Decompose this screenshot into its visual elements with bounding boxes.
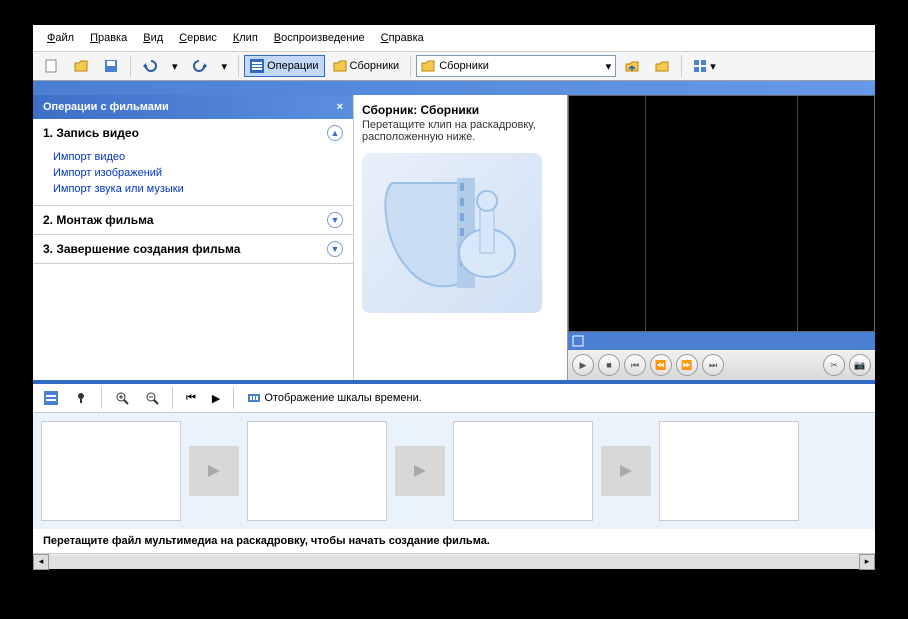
preview-panel: ▶ ■ ⏮ ⏪ ⏩ ⏭ ✂ 📷: [567, 95, 875, 380]
chevron-down-icon: ▾: [606, 60, 612, 73]
menu-edit[interactable]: Правка: [82, 29, 135, 47]
redo-button[interactable]: [186, 54, 214, 78]
menu-clip[interactable]: Клип: [225, 29, 266, 47]
task3-label: 3. Завершение создания фильма: [43, 242, 240, 256]
timeline-section: ⏮ ▶ Отображение шкалы времени. Перетащит…: [33, 380, 875, 569]
task-group-1-title[interactable]: 1. Запись видео ▲: [33, 119, 353, 147]
transition-slot[interactable]: [395, 446, 445, 496]
timeline-toggle-label: Отображение шкалы времени.: [264, 392, 421, 404]
menu-file[interactable]: Файл: [39, 29, 82, 47]
zoom-in-button[interactable]: [109, 387, 135, 409]
folder-icon: [421, 59, 435, 73]
timeline-toggle-button[interactable]: Отображение шкалы времени.: [241, 387, 427, 409]
scroll-right-button[interactable]: ▸: [859, 554, 875, 570]
undo-dropdown[interactable]: ▾: [166, 56, 184, 77]
save-button[interactable]: [97, 54, 125, 78]
location-value: Сборники: [439, 60, 489, 72]
separator: [101, 387, 102, 409]
separator: [172, 387, 173, 409]
scroll-left-button[interactable]: ◂: [33, 554, 49, 570]
scroll-track[interactable]: [49, 555, 859, 569]
tasks-header: Операции с фильмами ×: [33, 95, 353, 119]
play-button[interactable]: ▶: [572, 354, 594, 376]
timeline-view-button[interactable]: [38, 387, 64, 409]
prev-button[interactable]: ⏮: [624, 354, 646, 376]
film-reel-icon: [362, 153, 542, 313]
storyboard-frame[interactable]: [41, 421, 181, 521]
separator: [681, 55, 682, 77]
open-button[interactable]: [67, 54, 95, 78]
player-controls: ▶ ■ ⏮ ⏪ ⏩ ⏭ ✂ 📷: [568, 350, 875, 380]
play-timeline-button[interactable]: ▶: [206, 388, 226, 409]
task-group-2-title[interactable]: 2. Монтаж фильма ▼: [33, 206, 353, 234]
menubar: Файл Правка Вид Сервис Клип Воспроизведе…: [33, 25, 875, 52]
menu-play[interactable]: Воспроизведение: [266, 29, 373, 47]
task1-label: 1. Запись видео: [43, 126, 139, 140]
tasks-header-label: Операции с фильмами: [43, 101, 169, 113]
timeline-toolbar: ⏮ ▶ Отображение шкалы времени.: [33, 384, 875, 413]
transition-slot[interactable]: [189, 446, 239, 496]
stop-button[interactable]: ■: [598, 354, 620, 376]
accent-strip: [33, 81, 875, 95]
tasks-panel: Операции с фильмами × 1. Запись видео ▲ …: [33, 95, 353, 380]
separator: [238, 55, 239, 77]
collection-panel: Сборник: Сборники Перетащите клип на рас…: [353, 95, 567, 380]
task2-label: 2. Монтаж фильма: [43, 213, 154, 227]
transition-slot[interactable]: [601, 446, 651, 496]
collections-toggle[interactable]: Сборники: [327, 55, 406, 77]
zoom-out-button[interactable]: [139, 387, 165, 409]
fullscreen-icon[interactable]: [572, 335, 584, 347]
task-group-3-title[interactable]: 3. Завершение создания фильма ▼: [33, 235, 353, 263]
location-dropdown[interactable]: Сборники ▾: [416, 55, 616, 77]
collection-title: Сборник: Сборники: [362, 103, 559, 117]
storyboard-frame[interactable]: [453, 421, 593, 521]
separator: [233, 387, 234, 409]
snapshot-button[interactable]: 📷: [849, 354, 871, 376]
separator: [410, 55, 411, 77]
new-button[interactable]: [37, 54, 65, 78]
timeline-icon: [247, 391, 261, 405]
up-folder-button[interactable]: [618, 54, 646, 78]
menu-help[interactable]: Справка: [373, 29, 432, 47]
collapse-icon[interactable]: ▲: [327, 125, 343, 141]
operations-toggle[interactable]: Операции: [244, 55, 324, 77]
view-button[interactable]: ▾: [687, 55, 722, 77]
menu-view[interactable]: Вид: [135, 29, 171, 47]
rewind-button[interactable]: ⏪: [650, 354, 672, 376]
separator: [130, 55, 131, 77]
forward-button[interactable]: ⏩: [676, 354, 698, 376]
storyboard-frame[interactable]: [659, 421, 799, 521]
collections-label: Сборники: [350, 60, 400, 72]
operations-label: Операции: [267, 60, 318, 72]
redo-dropdown[interactable]: ▾: [216, 56, 234, 77]
horizontal-scrollbar[interactable]: ◂ ▸: [33, 553, 875, 569]
expand-icon[interactable]: ▼: [327, 241, 343, 257]
storyboard[interactable]: [33, 413, 875, 529]
menu-service[interactable]: Сервис: [171, 29, 225, 47]
toolbar: ▾ ▾ Операции Сборники Сборники ▾ ▾: [33, 52, 875, 81]
next-button[interactable]: ⏭: [702, 354, 724, 376]
storyboard-hint: Перетащите файл мультимедиа на раскадров…: [33, 529, 875, 553]
split-button[interactable]: ✂: [823, 354, 845, 376]
import-video-link[interactable]: Импорт видео: [53, 149, 353, 165]
narration-button[interactable]: [68, 387, 94, 409]
video-preview: [568, 95, 875, 332]
storyboard-frame[interactable]: [247, 421, 387, 521]
new-folder-button[interactable]: [648, 54, 676, 78]
close-icon[interactable]: ×: [337, 101, 343, 113]
seek-bar[interactable]: [568, 332, 875, 350]
collection-subtitle: Перетащите клип на раскадровку, располож…: [362, 119, 559, 143]
import-images-link[interactable]: Импорт изображений: [53, 165, 353, 181]
import-audio-link[interactable]: Импорт звука или музыки: [53, 181, 353, 197]
expand-icon[interactable]: ▼: [327, 212, 343, 228]
rewind-timeline-button[interactable]: ⏮: [180, 388, 202, 409]
undo-button[interactable]: [136, 54, 164, 78]
